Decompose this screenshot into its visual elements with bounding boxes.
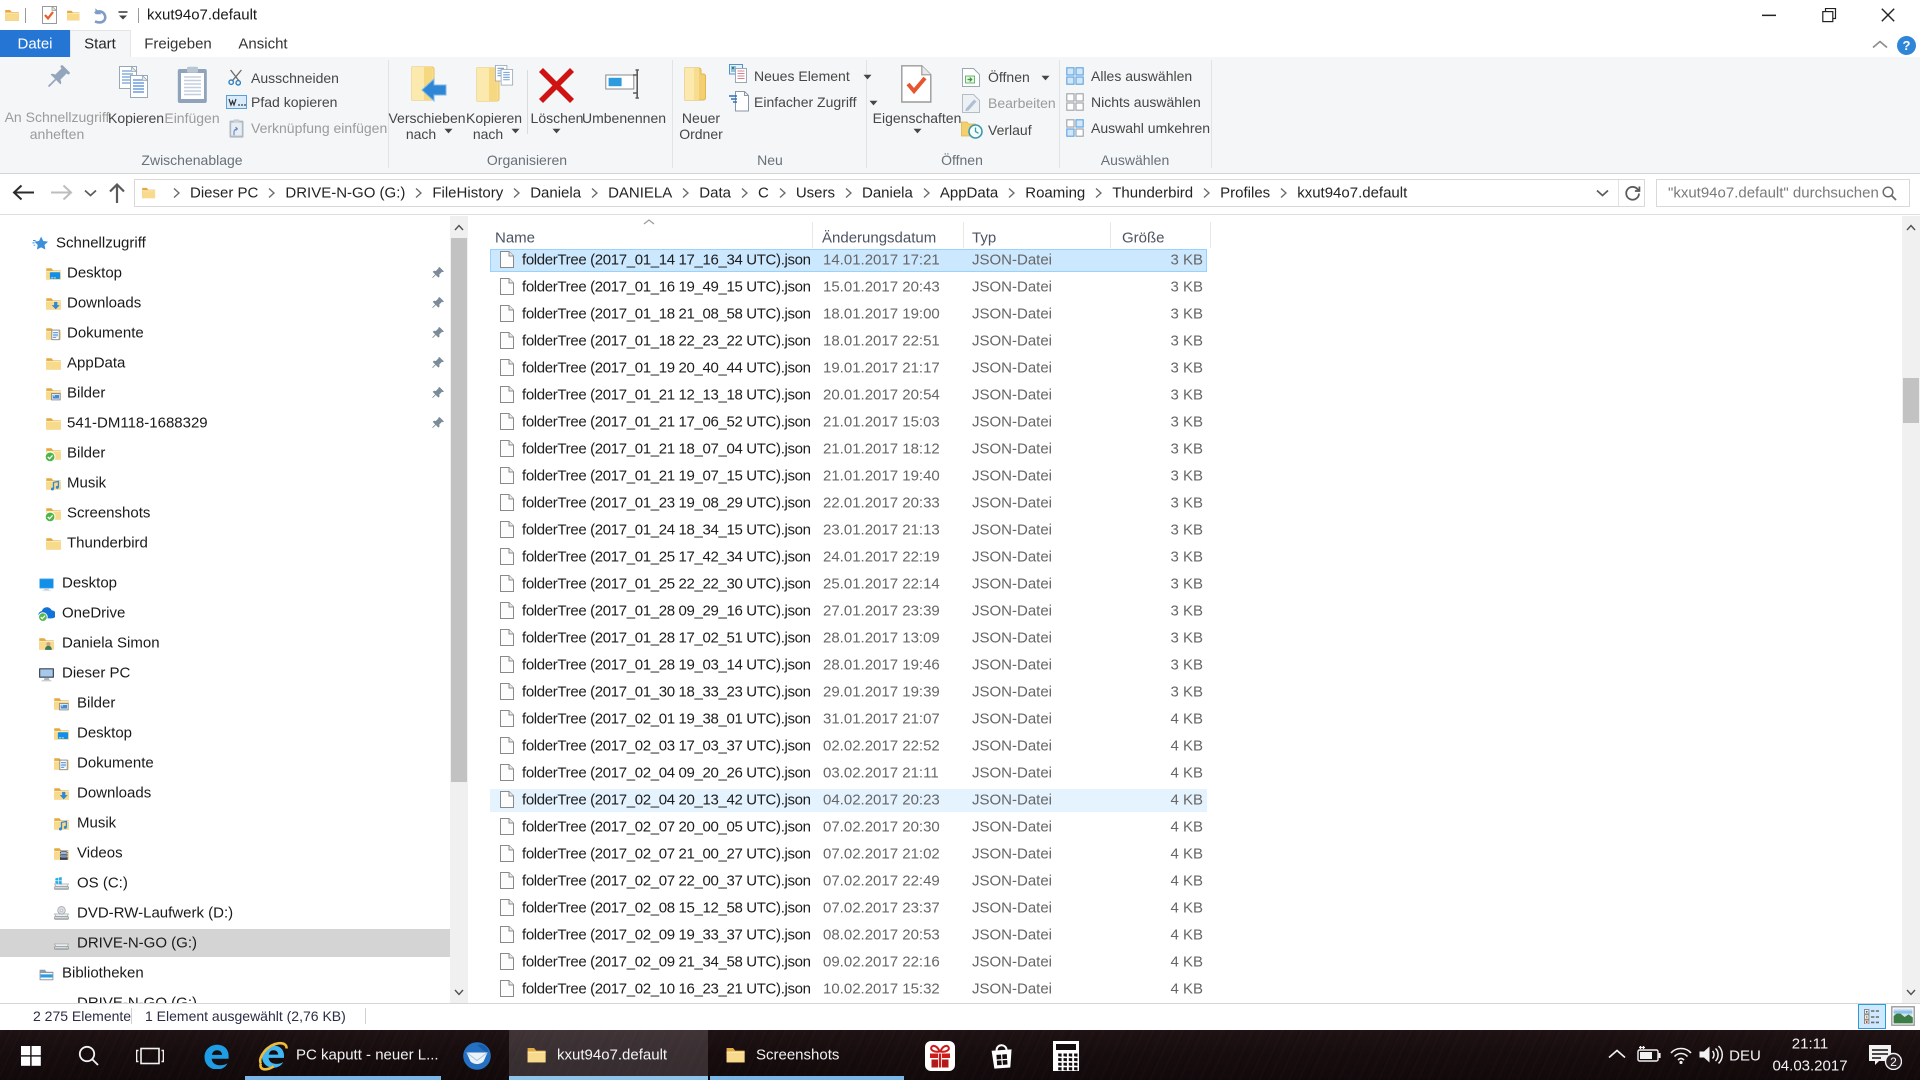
svg-text:?: ? — [1903, 38, 1911, 53]
svg-text:2: 2 — [1890, 1055, 1897, 1069]
